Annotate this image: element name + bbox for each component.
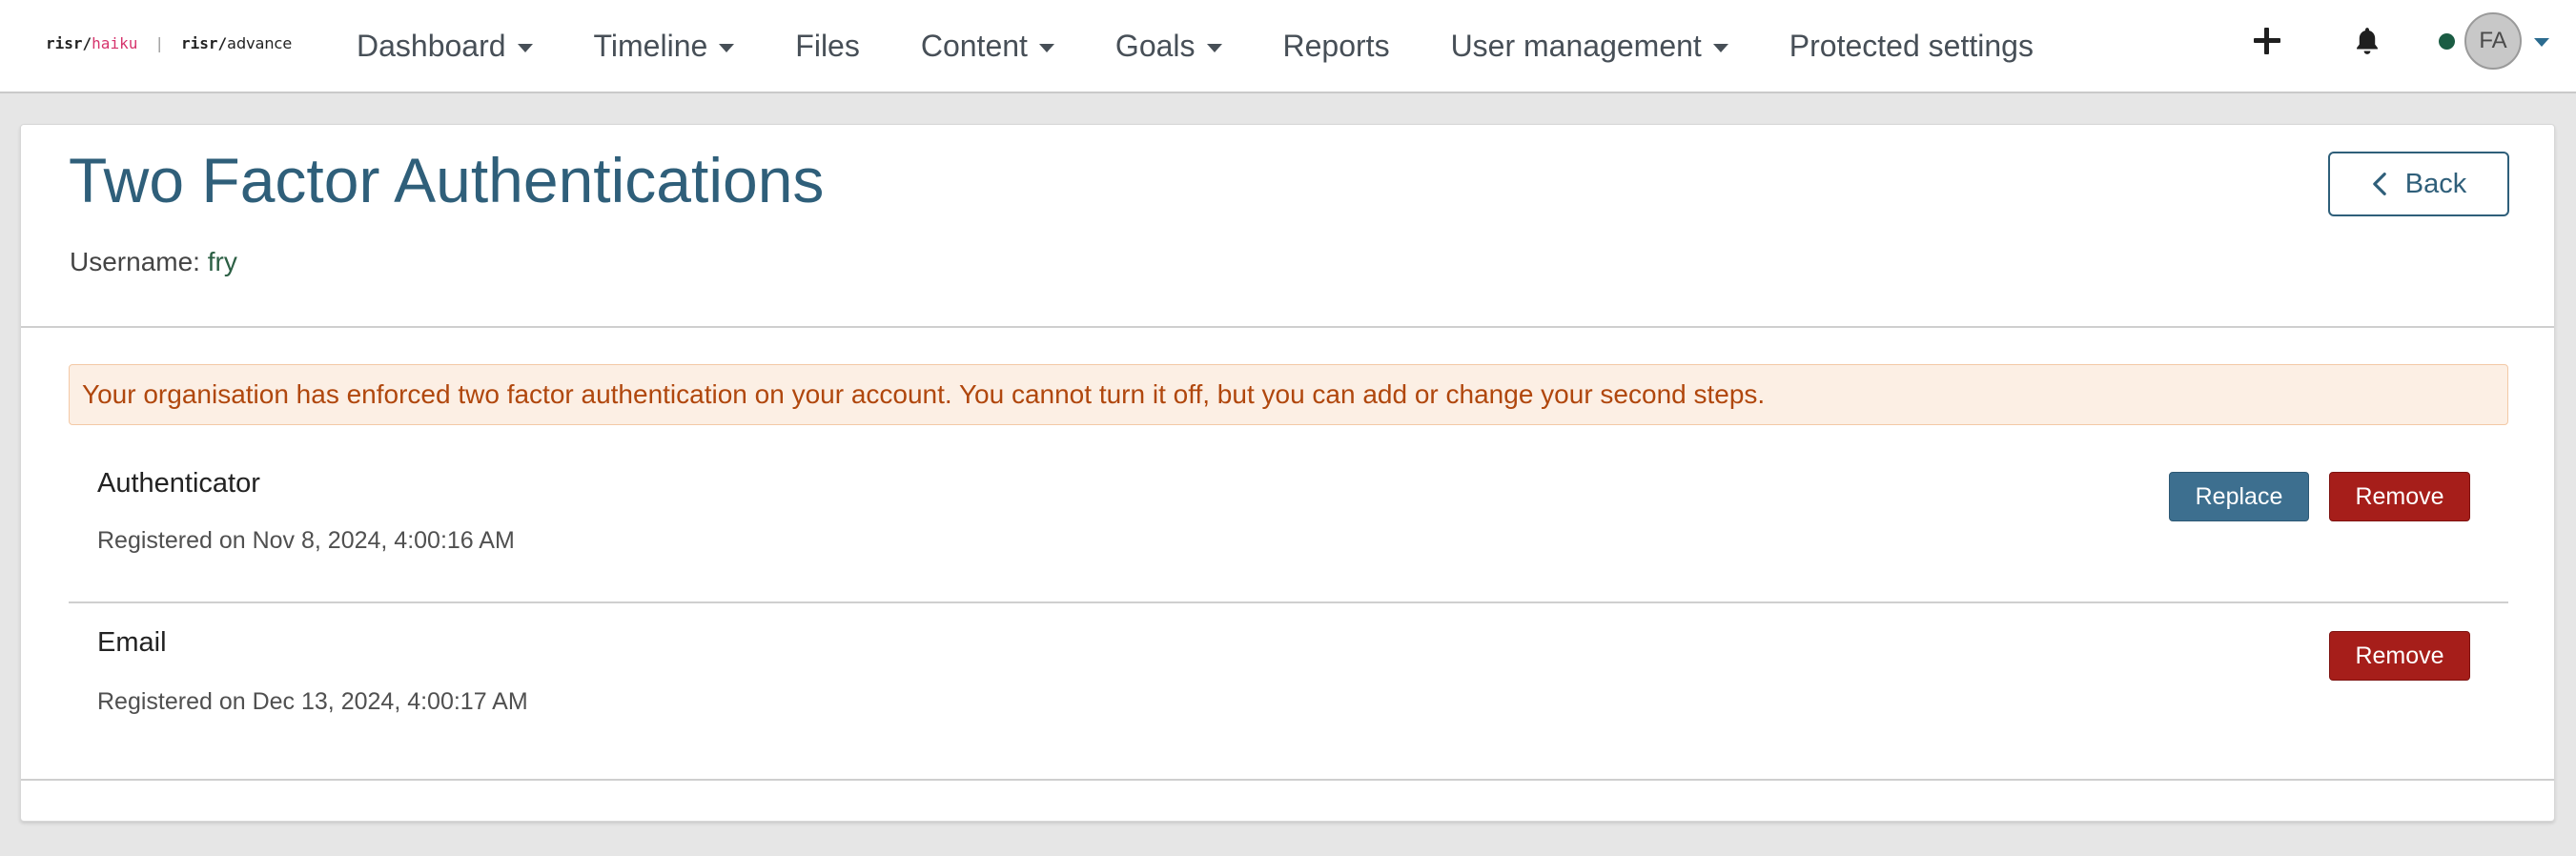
logo-brand-haiku: haiku <box>92 34 138 52</box>
bell-icon[interactable] <box>2351 25 2383 57</box>
nav-goals[interactable]: Goals <box>1115 29 1222 64</box>
back-button[interactable]: Back <box>2328 152 2509 216</box>
remove-button-label: Remove <box>2355 642 2444 669</box>
nav-protected-settings-label: Protected settings <box>1789 28 2034 63</box>
logo[interactable]: risr/haiku | risr/advance <box>46 34 292 52</box>
header-divider <box>21 326 2554 328</box>
top-navbar: risr/haiku | risr/advance Dashboard Time… <box>0 0 2576 93</box>
main-nav: Dashboard Timeline Files Content Goals R… <box>357 0 2095 92</box>
nav-protected-settings[interactable]: Protected settings <box>1789 29 2034 64</box>
avatar-initials: FA <box>2479 28 2507 53</box>
nav-reports[interactable]: Reports <box>1283 29 1390 64</box>
method-registered-date: Registered on Dec 13, 2024, 4:00:17 AM <box>97 688 528 715</box>
method-email: Email Registered on Dec 13, 2024, 4:00:1… <box>97 627 2528 751</box>
logo-brand-advance: advance <box>227 34 293 52</box>
page-title: Two Factor Authentications <box>69 145 825 215</box>
nav-user-management[interactable]: User management <box>1451 29 1728 64</box>
enforced-2fa-alert: Your organisation has enforced two facto… <box>69 364 2508 425</box>
back-button-label: Back <box>2404 168 2467 199</box>
nav-timeline-label: Timeline <box>593 28 708 63</box>
logo-brand-risr: risr/ <box>46 34 92 52</box>
nav-files[interactable]: Files <box>795 29 860 64</box>
chevron-down-icon <box>1038 43 1054 52</box>
username-row: Username: fry <box>70 247 237 277</box>
nav-content-label: Content <box>920 28 1028 63</box>
chevron-down-icon <box>1206 43 1222 52</box>
username-label: Username: <box>70 247 208 276</box>
logo-separator: | <box>154 34 164 52</box>
method-authenticator: Authenticator Registered on Nov 8, 2024,… <box>97 468 2528 592</box>
online-status-dot <box>2439 33 2455 50</box>
card-bottom-divider <box>21 779 2554 781</box>
method-divider <box>69 601 2508 603</box>
remove-email-button[interactable]: Remove <box>2329 631 2470 681</box>
two-factor-card: Two Factor Authentications Username: fry… <box>20 124 2555 822</box>
nav-goals-label: Goals <box>1114 28 1196 63</box>
replace-authenticator-button[interactable]: Replace <box>2169 472 2309 521</box>
method-name: Authenticator <box>97 468 260 499</box>
chevron-down-icon <box>719 43 735 52</box>
nav-dashboard-label: Dashboard <box>357 28 506 63</box>
alert-text: Your organisation has enforced two facto… <box>82 379 1766 409</box>
nav-dashboard[interactable]: Dashboard <box>357 29 533 64</box>
method-name: Email <box>97 627 167 658</box>
nav-content[interactable]: Content <box>921 29 1054 64</box>
username-value: fry <box>207 247 237 276</box>
remove-button-label: Remove <box>2355 482 2444 510</box>
chevron-down-icon <box>1712 43 1728 52</box>
nav-user-management-label: User management <box>1450 28 1702 63</box>
nav-reports-label: Reports <box>1282 28 1390 63</box>
method-registered-date: Registered on Nov 8, 2024, 4:00:16 AM <box>97 527 515 554</box>
plus-icon[interactable] <box>2253 27 2281 55</box>
logo-brand-risr-2: risr/ <box>180 34 228 52</box>
avatar[interactable]: FA <box>2464 12 2522 70</box>
chevron-down-icon <box>517 43 533 52</box>
nav-timeline[interactable]: Timeline <box>594 29 735 64</box>
replace-button-label: Replace <box>2195 482 2283 510</box>
remove-authenticator-button[interactable]: Remove <box>2329 472 2470 521</box>
chevron-down-icon[interactable] <box>2534 38 2549 47</box>
nav-files-label: Files <box>795 28 860 63</box>
chevron-left-icon <box>2372 173 2386 195</box>
